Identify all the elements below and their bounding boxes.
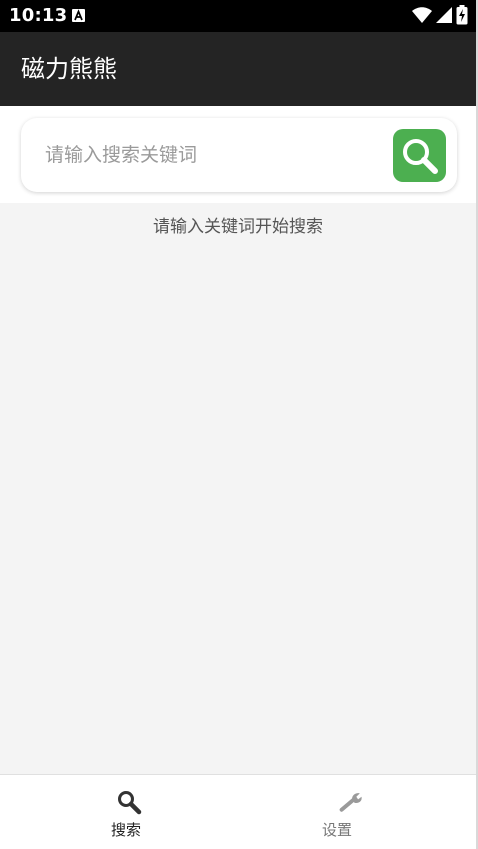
battery-charging-icon: [456, 5, 468, 25]
wrench-icon: [339, 793, 362, 812]
app-bar: 磁力熊熊: [0, 32, 476, 106]
status-bar: 10:13: [0, 0, 476, 32]
page-title: 磁力熊熊: [21, 55, 117, 83]
wifi-icon: [412, 7, 432, 23]
nav-item-settings[interactable]: 设置: [238, 775, 476, 849]
search-section: [0, 106, 476, 203]
nav-item-search[interactable]: 搜索: [0, 775, 238, 849]
app-screen: 10:13 磁力熊熊 请输入搜索关键词 请输入关键词开始搜索 搜索 设置: [0, 0, 476, 849]
nav-label-settings: 设置: [321, 821, 352, 839]
bottom-navigation: 搜索 设置: [0, 774, 476, 849]
search-icon: [402, 138, 438, 174]
search-button[interactable]: [393, 129, 446, 182]
search-icon: [117, 791, 141, 815]
cell-signal-icon: [436, 7, 452, 23]
empty-state-message: 请输入关键词开始搜索: [153, 217, 323, 237]
search-input[interactable]: [45, 140, 365, 170]
search-card: [21, 118, 457, 192]
nav-label-search: 搜索: [110, 821, 141, 839]
status-time: 10:13: [9, 5, 68, 26]
status-icons: [412, 5, 468, 25]
a-notification-icon: [72, 9, 85, 22]
